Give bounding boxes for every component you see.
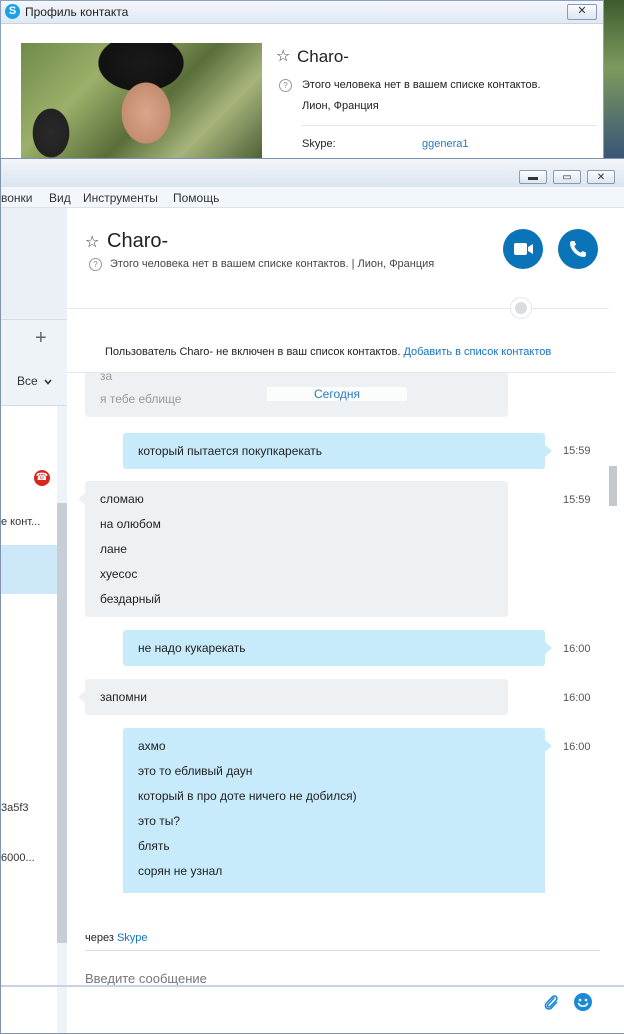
emoji-icon[interactable] [573, 992, 593, 1012]
profile-window-title: Профиль контакта [25, 5, 129, 19]
audio-call-button[interactable] [558, 229, 598, 269]
menu-tools[interactable]: Инструменты [83, 191, 158, 205]
message-line: который в про доте ничего не добился) [138, 789, 357, 803]
message-line: сорян не узнал [138, 864, 223, 878]
chevron-down-icon [44, 379, 52, 385]
message-line: я тебе еблище [100, 392, 182, 406]
divider [302, 125, 597, 126]
list-item-label[interactable]: е конт... [1, 516, 40, 528]
message-line: блять [138, 839, 170, 853]
not-in-contacts-notice: Пользователь Charo- не включен в ваш спи… [105, 346, 551, 358]
message-timestamp: 16:00 [563, 643, 591, 655]
phone-icon [570, 241, 586, 257]
menu-view[interactable]: Вид [49, 191, 71, 205]
message-timestamp: 15:59 [563, 494, 591, 506]
message-line: не надо кукарекать [138, 641, 246, 655]
message-timestamp: 16:00 [563, 741, 591, 753]
missed-call-icon[interactable]: ☎ [34, 470, 50, 486]
window-bottom-border [1, 985, 624, 987]
message-line: запомни [100, 690, 147, 704]
message-line: который пытается покупкарекать [138, 444, 323, 458]
message-list[interactable]: за я тебе еблище Сегодня который пытаетс… [67, 373, 609, 893]
profile-contact-name: Charo- [297, 47, 349, 66]
add-to-contacts-link[interactable]: Добавить в список контактов [403, 346, 551, 358]
chat-scrollbar[interactable] [609, 466, 617, 506]
maximize-button[interactable]: ▭ [553, 170, 581, 184]
chat-contact-name[interactable]: Charo- [107, 230, 168, 253]
paperclip-icon[interactable] [541, 992, 561, 1012]
message-bubble-outgoing[interactable]: который пытается покупкарекать [123, 433, 552, 469]
profile-not-in-contacts-note: Этого человека нет в вашем списке контак… [302, 79, 541, 91]
video-icon [514, 243, 533, 255]
message-line: сломаю [100, 492, 144, 506]
via-label: через Skype [85, 932, 148, 944]
message-line: за [100, 373, 113, 383]
list-item-active[interactable] [1, 545, 57, 594]
menu-bar: вонки Вид Инструменты Помощь [1, 187, 624, 208]
divider [85, 950, 600, 951]
menu-help[interactable]: Помощь [173, 191, 219, 205]
globe-icon [510, 297, 532, 319]
message-line: ахмо [138, 739, 166, 753]
message-timestamp: 15:59 [563, 445, 591, 457]
list-item-label[interactable]: 6000... [1, 852, 35, 864]
main-titlebar: ▬ ▭ ✕ [1, 159, 624, 188]
skype-main-window: ▬ ▭ ✕ вонки Вид Инструменты Помощь + Все… [0, 158, 624, 1034]
via-skype-link[interactable]: Skype [117, 932, 148, 944]
message-bubble-incoming[interactable]: сломаю на олюбом лане хуесос бездарный [78, 481, 508, 617]
sidebar-profile-area [1, 208, 67, 318]
star-icon[interactable]: ☆ [276, 46, 290, 66]
minimize-button[interactable]: ▬ [519, 170, 547, 184]
contact-photo [21, 43, 262, 163]
skype-logo-icon: S [5, 4, 20, 19]
divider [1, 319, 67, 320]
message-line: хуесос [100, 567, 138, 581]
message-line: на олюбом [100, 517, 161, 531]
desktop-background [604, 0, 624, 170]
message-bubble-outgoing[interactable]: не надо кукарекать [123, 630, 552, 666]
profile-location: Лион, Франция [302, 100, 379, 112]
message-line: лане [100, 542, 127, 556]
close-button[interactable]: ✕ [587, 170, 615, 184]
profile-close-button[interactable]: ✕ [567, 4, 597, 20]
message-line: это ты? [138, 814, 181, 828]
profile-titlebar: S Профиль контакта ✕ [1, 1, 603, 24]
sidebar-scrollbar[interactable] [57, 503, 67, 943]
menu-calls[interactable]: вонки [1, 191, 33, 205]
chat-status-line: Этого человека нет в вашем списке контак… [110, 258, 435, 270]
date-separator: Сегодня [267, 387, 407, 401]
message-line: бездарный [100, 592, 161, 606]
list-item-label[interactable]: 3a5f3 [1, 802, 29, 814]
info-icon: ? [279, 79, 292, 92]
recents-list[interactable] [1, 406, 57, 1033]
notice-text: Пользователь Charo- не включен в ваш спи… [105, 346, 401, 358]
message-bubble-incoming[interactable]: запомни [78, 679, 508, 715]
star-icon[interactable]: ☆ [85, 232, 99, 252]
sidebar: + Все ☎ е конт... 3a5f3 6000... [1, 208, 68, 1033]
message-line: это то ебливый даун [138, 764, 253, 778]
skype-label: Skype: [302, 138, 336, 150]
contacts-filter-select[interactable]: Все [17, 374, 52, 388]
contact-profile-window: S Профиль контакта ✕ ☆ Charo- ? Этого че… [0, 0, 604, 170]
info-icon: ? [89, 258, 102, 271]
skype-id-link[interactable]: ggenera1 [422, 138, 469, 150]
chat-pane: ☆ Charo- ? Этого человека нет в вашем сп… [67, 208, 624, 1033]
message-bubble-outgoing[interactable]: ахмо это то ебливый даун который в про д… [123, 728, 552, 893]
via-prefix: через [85, 932, 114, 944]
filter-label: Все [17, 374, 38, 388]
plus-icon[interactable]: + [35, 328, 47, 348]
video-call-button[interactable] [503, 229, 543, 269]
message-timestamp: 16:00 [563, 692, 591, 704]
